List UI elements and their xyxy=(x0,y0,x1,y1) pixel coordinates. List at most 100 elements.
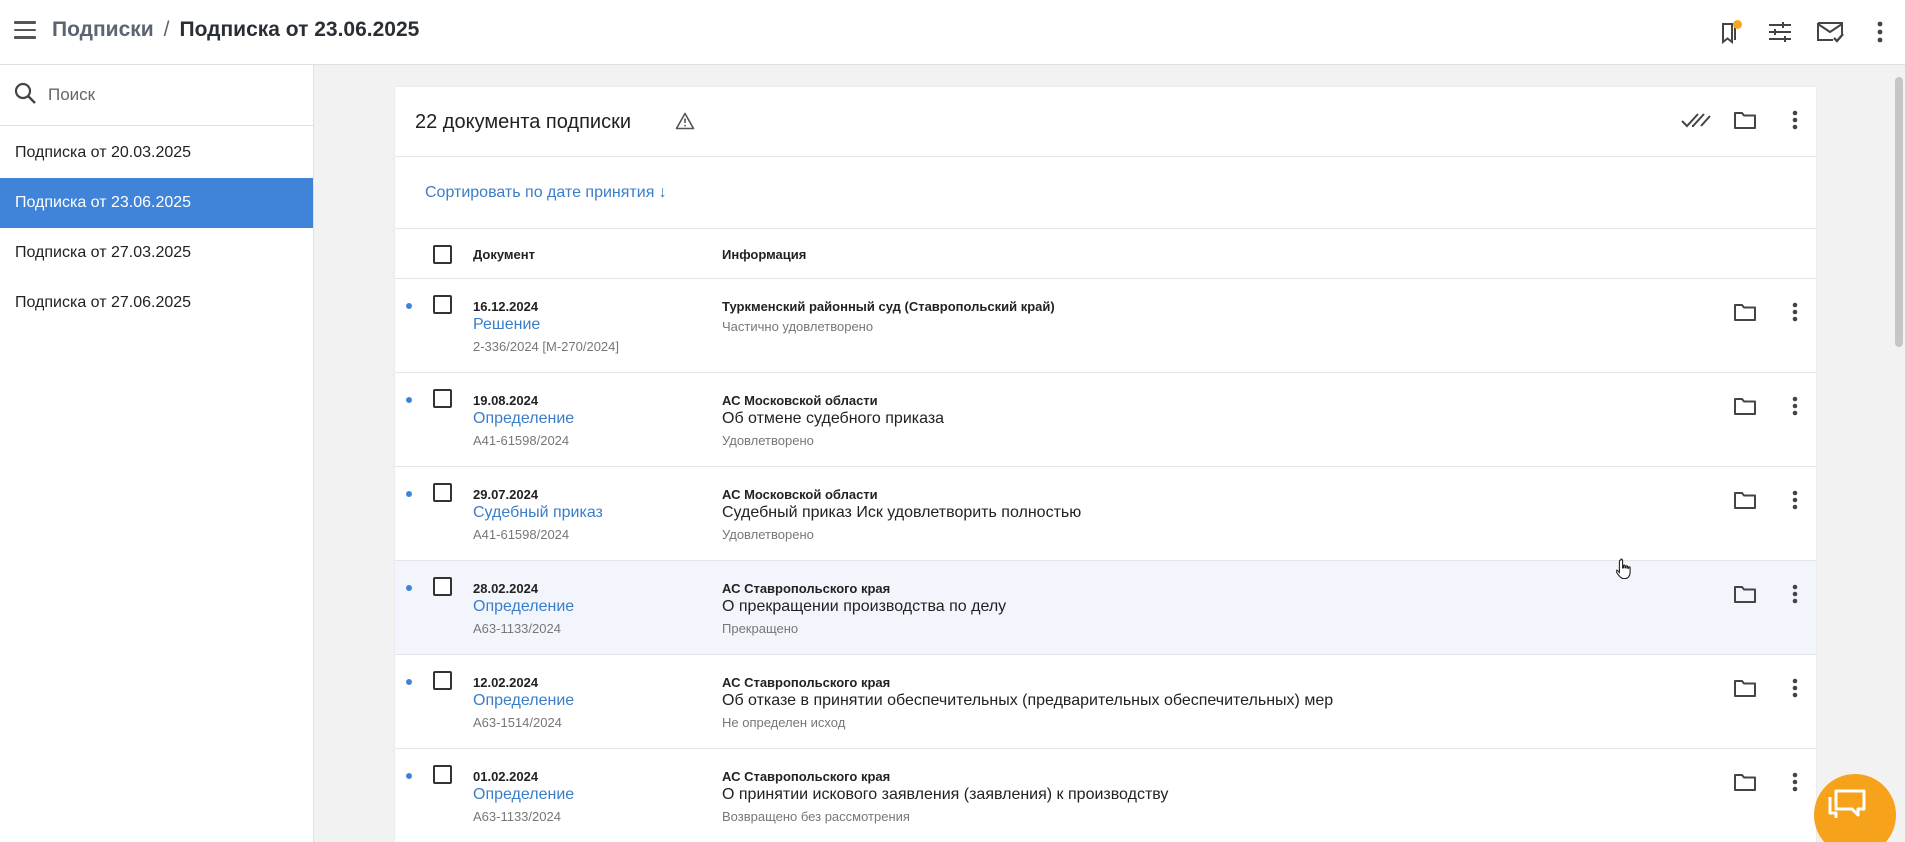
row-checkbox[interactable] xyxy=(433,765,452,784)
table-header: Документ Информация xyxy=(395,229,1816,279)
sidebar-item-subscription-27-06-2025[interactable]: Подписка от 27.06.2025 xyxy=(0,278,313,328)
court-name: АС Ставропольского края xyxy=(722,675,891,690)
sidebar-item-subscription-23-06-2025[interactable]: Подписка от 23.06.2025 xyxy=(0,178,313,228)
mail-check-icon[interactable] xyxy=(1805,7,1855,57)
search-box xyxy=(0,65,313,126)
table-row[interactable]: 01.02.2024 Определение А63-1133/2024 АС … xyxy=(395,749,1816,842)
row-checkbox[interactable] xyxy=(433,671,452,690)
warning-icon[interactable] xyxy=(675,112,695,135)
card-more-button[interactable] xyxy=(1774,101,1816,143)
case-number: А63-1133/2024 xyxy=(473,621,561,636)
chat-button[interactable] xyxy=(1814,774,1896,842)
doc-date: 28.02.2024 xyxy=(473,581,539,596)
more-vert-icon xyxy=(1792,584,1798,609)
mark-all-read-button[interactable] xyxy=(1675,101,1717,143)
row-folder-button[interactable] xyxy=(1725,294,1765,334)
documents-card: 22 документа подписки Сортировать по дат… xyxy=(395,87,1816,842)
court-name: АС Ставропольского края xyxy=(722,769,891,784)
doc-status: Удовлетворено xyxy=(722,527,814,542)
doc-type-link[interactable]: Судебный приказ xyxy=(473,504,603,522)
more-vert-icon xyxy=(1792,772,1798,797)
unread-dot xyxy=(406,303,412,309)
row-folder-button[interactable] xyxy=(1725,388,1765,428)
unread-dot xyxy=(406,773,412,779)
row-more-button[interactable] xyxy=(1775,576,1815,616)
doc-date: 16.12.2024 xyxy=(473,299,539,314)
row-more-button[interactable] xyxy=(1775,482,1815,522)
case-number: 2-336/2024 [М-270/2024] xyxy=(473,339,619,354)
row-more-button[interactable] xyxy=(1775,294,1815,334)
doc-type-link[interactable]: Определение xyxy=(473,786,574,804)
more-vert-icon xyxy=(1792,678,1798,703)
chat-icon xyxy=(1827,788,1867,825)
doc-type-link[interactable]: Определение xyxy=(473,598,574,616)
case-number: А41-61598/2024 xyxy=(473,433,570,448)
table-row[interactable]: 29.07.2024 Судебный приказ А41-61598/202… xyxy=(395,467,1816,561)
folder-icon xyxy=(1733,584,1757,609)
table-row[interactable]: 12.02.2024 Определение А63-1514/2024 АС … xyxy=(395,655,1816,749)
notification-badge xyxy=(1733,20,1742,29)
row-folder-button[interactable] xyxy=(1725,670,1765,710)
doc-type-link[interactable]: Определение xyxy=(473,410,574,428)
more-vert-icon xyxy=(1792,110,1798,135)
filters-icon[interactable] xyxy=(1755,7,1805,57)
sort-row: Сортировать по дате принятия ↓ xyxy=(395,157,1816,229)
doc-date: 29.07.2024 xyxy=(473,487,539,502)
row-folder-button[interactable] xyxy=(1725,576,1765,616)
more-vert-icon xyxy=(1792,302,1798,327)
doc-date: 01.02.2024 xyxy=(473,769,539,784)
doc-status: Не определен исход xyxy=(722,715,846,730)
row-checkbox[interactable] xyxy=(433,483,452,502)
case-number: А41-61598/2024 xyxy=(473,527,570,542)
doc-type-link[interactable]: Решение xyxy=(473,316,540,334)
breadcrumb-parent[interactable]: Подписки xyxy=(52,18,154,42)
court-name: АС Ставропольского края xyxy=(722,581,891,596)
folder-icon xyxy=(1733,490,1757,515)
scrollbar-thumb[interactable] xyxy=(1895,77,1903,347)
court-name: Туркменский районный суд (Ставропольский… xyxy=(722,299,1055,314)
row-checkbox[interactable] xyxy=(433,389,452,408)
court-name: АС Московской области xyxy=(722,393,878,408)
sidebar: Подписка от 20.03.2025 Подписка от 23.06… xyxy=(0,65,314,842)
doc-status: Частично удовлетворено xyxy=(722,319,874,334)
row-more-button[interactable] xyxy=(1775,764,1815,804)
table-row[interactable]: 19.08.2024 Определение А41-61598/2024 АС… xyxy=(395,373,1816,467)
column-header-info: Информация xyxy=(722,247,807,262)
search-icon[interactable] xyxy=(14,82,36,109)
row-checkbox[interactable] xyxy=(433,295,452,314)
doc-type-link[interactable]: Определение xyxy=(473,692,574,710)
sidebar-item-subscription-27-03-2025[interactable]: Подписка от 27.03.2025 xyxy=(0,228,313,278)
search-input[interactable] xyxy=(48,85,288,105)
breadcrumb-separator: / xyxy=(163,18,170,41)
doc-status: Удовлетворено xyxy=(722,433,814,448)
doc-description: О принятии искового заявления (заявления… xyxy=(722,786,1169,803)
doc-date: 12.02.2024 xyxy=(473,675,539,690)
table-row[interactable]: 28.02.2024 Определение А63-1133/2024 АС … xyxy=(395,561,1816,655)
row-more-button[interactable] xyxy=(1775,388,1815,428)
select-all-checkbox[interactable] xyxy=(433,245,452,264)
bookmarks-icon[interactable] xyxy=(1705,7,1755,57)
sidebar-item-subscription-20-03-2025[interactable]: Подписка от 20.03.2025 xyxy=(0,128,313,178)
folder-icon xyxy=(1733,772,1757,797)
sort-by-date-link[interactable]: Сортировать по дате принятия ↓ xyxy=(425,184,667,202)
unread-dot xyxy=(406,585,412,591)
doc-description: Судебный приказ Иск удовлетворить полнос… xyxy=(722,504,1082,521)
page-title: Подписка от 23.06.2025 xyxy=(179,18,420,41)
doc-date: 19.08.2024 xyxy=(473,393,539,408)
more-vert-icon xyxy=(1792,396,1798,421)
more-vert-icon xyxy=(1792,490,1798,515)
folder-icon xyxy=(1733,396,1757,421)
table-row[interactable]: 16.12.2024 Решение 2-336/2024 [М-270/202… xyxy=(395,279,1816,373)
card-header: 22 документа подписки xyxy=(395,87,1816,157)
folder-button[interactable] xyxy=(1724,101,1766,143)
column-header-document: Документ xyxy=(473,247,535,262)
unread-dot xyxy=(406,491,412,497)
row-folder-button[interactable] xyxy=(1725,764,1765,804)
doc-status: Прекращено xyxy=(722,621,799,636)
more-vert-icon[interactable] xyxy=(1855,7,1905,57)
row-more-button[interactable] xyxy=(1775,670,1815,710)
menu-icon[interactable] xyxy=(14,21,36,41)
scrollbar[interactable] xyxy=(1893,65,1905,842)
row-checkbox[interactable] xyxy=(433,577,452,596)
row-folder-button[interactable] xyxy=(1725,482,1765,522)
